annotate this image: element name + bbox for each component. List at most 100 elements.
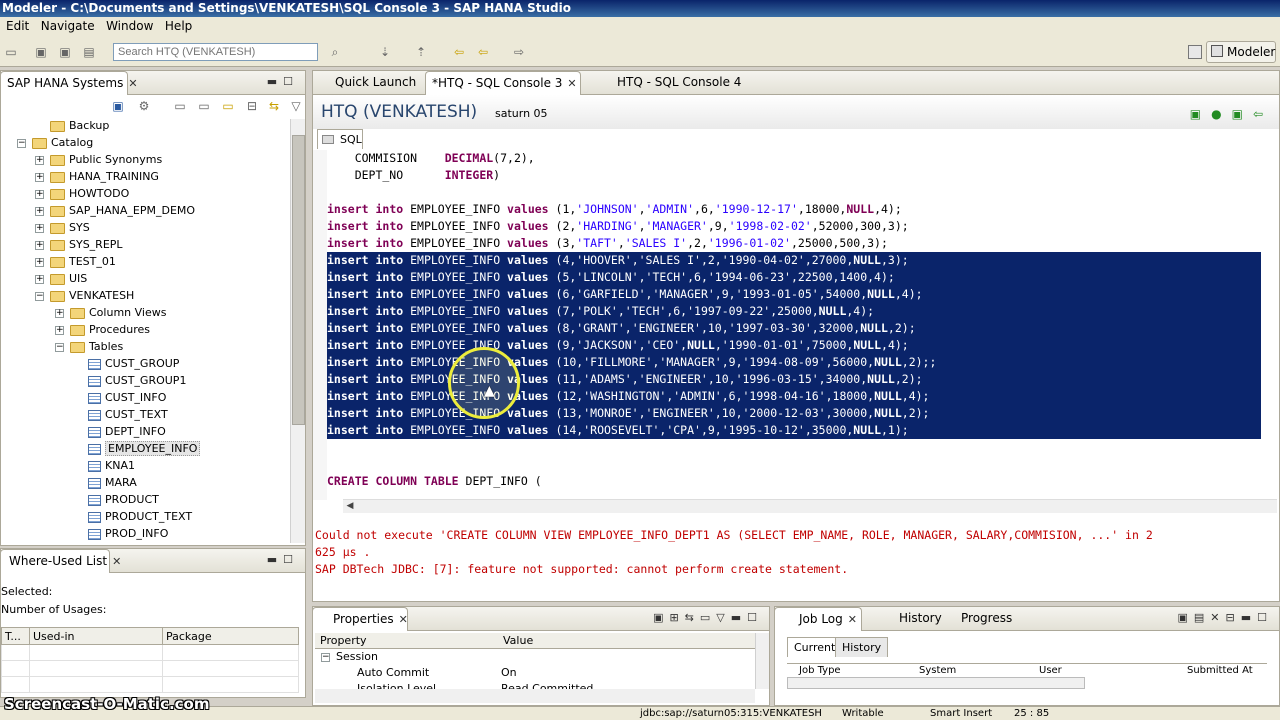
tree-scrollbar[interactable] [290, 119, 305, 543]
tree-item[interactable]: PRODUCT [73, 491, 159, 508]
subtab-history[interactable]: History [835, 637, 889, 657]
menu-window[interactable]: Window [106, 17, 153, 36]
view-minmax-buttons[interactable]: ▬☐ [267, 75, 299, 88]
property-session[interactable]: − Session [321, 649, 378, 665]
view-minmax-buttons[interactable]: ▬☐ [267, 553, 299, 566]
scroll-thumb[interactable] [292, 135, 305, 425]
expand-icon[interactable]: + [35, 240, 44, 250]
tree-item[interactable]: + UIS [35, 270, 87, 287]
menu-help[interactable]: Help [165, 17, 192, 36]
collapse-icon[interactable]: − [321, 652, 330, 662]
column-type[interactable]: T... [1, 627, 30, 645]
column-submitted-at[interactable]: Submitted At [1187, 665, 1253, 676]
tree-item[interactable]: + Procedures [55, 321, 150, 338]
tree-item[interactable]: + HANA_TRAINING [35, 168, 159, 185]
collapse-icon[interactable]: − [17, 138, 26, 148]
menu-navigate[interactable]: Navigate [41, 17, 95, 36]
property-auto-commit-value[interactable]: On [501, 665, 517, 681]
tree-item[interactable]: EMPLOYEE_INFO [73, 440, 201, 457]
tree-item[interactable]: − Catalog [17, 134, 93, 151]
view-minmax-buttons[interactable]: ▣⊞⇆▭▽▬☐ [653, 611, 763, 624]
job-log-toolbar[interactable]: ▣▤✕⊟▬☐ [1178, 611, 1273, 624]
close-icon[interactable]: ✕ [567, 77, 576, 90]
tree-item[interactable]: CUST_GROUP [73, 355, 179, 372]
code-line[interactable]: COMMISION DECIMAL(7,2), [327, 150, 535, 167]
tab-sql-console-4[interactable]: HTQ - SQL Console 4 [599, 71, 741, 95]
tree-item[interactable]: CUST_GROUP1 [73, 372, 186, 389]
tab-sql[interactable]: SQL [317, 129, 363, 149]
expand-icon[interactable]: + [55, 308, 64, 318]
save-icon[interactable]: ▣ [34, 45, 48, 59]
expand-icon[interactable]: + [35, 206, 44, 216]
code-line[interactable]: insert into EMPLOYEE_INFO values (1,'JOH… [327, 201, 902, 218]
tree-item[interactable]: + SYS [35, 219, 90, 236]
code-line[interactable]: insert into EMPLOYEE_INFO values (7,'POL… [327, 303, 1261, 320]
last-edit-icon[interactable]: ⇦ [452, 45, 466, 59]
execute-icon[interactable]: ▣●▣⇦ [1190, 107, 1273, 121]
tab-progress[interactable]: Progress [947, 607, 1015, 631]
tree-item[interactable]: + HOWTODO [35, 185, 129, 202]
code-line[interactable]: insert into EMPLOYEE_INFO values (8,'GRA… [327, 320, 1261, 337]
column-used-in[interactable]: Used-in [29, 627, 163, 645]
tree-item[interactable]: − Tables [55, 338, 123, 355]
tab-sap-hana-systems[interactable]: SAP HANA Systems ✕ [0, 71, 138, 95]
code-line[interactable]: DEPT_NO INTEGER) [327, 167, 500, 184]
view-menu-icon[interactable]: ▽ [289, 99, 303, 113]
tree-item[interactable]: − VENKATESH [35, 287, 134, 304]
collapse-icon[interactable]: ▭ [173, 99, 187, 113]
menu-edit[interactable]: Edit [6, 17, 29, 36]
tab-job-log[interactable]: Job Log ✕ [774, 607, 862, 631]
tree-item[interactable]: Backup [35, 117, 109, 134]
properties-hscrollbar[interactable] [315, 689, 755, 703]
tree-item[interactable]: + TEST_01 [35, 253, 116, 270]
expand-icon[interactable]: + [35, 223, 44, 233]
add-system-icon[interactable]: ▣ [111, 99, 125, 113]
tree-item[interactable]: + Public Synonyms [35, 151, 162, 168]
tab-sql-console-3[interactable]: *HTQ - SQL Console 3 ✕ [425, 71, 581, 95]
scroll-left-icon[interactable]: ◀ [343, 500, 357, 513]
expand-icon[interactable]: + [55, 325, 64, 335]
tab-where-used[interactable]: Where-Used List ✕ [0, 549, 121, 573]
column-system[interactable]: System [919, 665, 956, 676]
code-line[interactable]: insert into EMPLOYEE_INFO values (3,'TAF… [327, 235, 888, 252]
expand-icon[interactable]: + [35, 155, 44, 165]
back-icon[interactable]: ⇦ [476, 45, 490, 59]
expand-icon[interactable]: + [35, 257, 44, 267]
search-input[interactable] [113, 43, 318, 61]
expand-icon[interactable]: + [35, 274, 44, 284]
new-icon[interactable]: ▭ [4, 45, 18, 59]
collapse-icon[interactable]: − [35, 291, 44, 301]
tab-properties[interactable]: Properties ✕ [312, 607, 408, 631]
link-icon[interactable]: ⇆ [267, 99, 281, 113]
close-icon[interactable]: ✕ [128, 77, 137, 90]
tree-item[interactable]: DEPT_INFO [73, 423, 166, 440]
properties-scrollbar[interactable] [755, 633, 769, 689]
tree-item[interactable]: PROD_INFO [73, 525, 168, 541]
filter-icon[interactable]: ▭ [197, 99, 211, 113]
perspective-modeler-button[interactable]: Modeler [1206, 41, 1276, 63]
tree-item[interactable]: KNA1 [73, 457, 135, 474]
folder-icon[interactable]: ▭ [221, 99, 235, 113]
prev-annotation-icon[interactable]: ⇡ [414, 45, 428, 59]
tab-quick-launch[interactable]: Quick Launch [317, 71, 423, 95]
tree-item[interactable]: PRODUCT_TEXT [73, 508, 192, 525]
save-all-icon[interactable]: ▣ [58, 45, 72, 59]
expand-icon[interactable]: + [35, 172, 44, 182]
tree-item[interactable]: + SAP_HANA_EPM_DEMO [35, 202, 195, 219]
forward-icon[interactable]: ⇨ [512, 45, 526, 59]
code-line[interactable]: insert into EMPLOYEE_INFO values (5,'LIN… [327, 269, 1261, 286]
next-annotation-icon[interactable]: ⇣ [378, 45, 392, 59]
code-line[interactable]: insert into EMPLOYEE_INFO values (2,'HAR… [327, 218, 909, 235]
sql-icon[interactable]: ⚙ [137, 99, 151, 113]
search-icon[interactable]: ⌕ [328, 45, 342, 59]
column-package[interactable]: Package [162, 627, 299, 645]
collapse-icon[interactable]: − [55, 342, 64, 352]
job-log-hscrollbar[interactable] [787, 677, 1085, 689]
close-icon[interactable]: ✕ [848, 613, 857, 626]
code-line[interactable]: insert into EMPLOYEE_INFO values (4,'HOO… [327, 252, 1261, 269]
tree-item[interactable]: CUST_TEXT [73, 406, 168, 423]
open-perspective-icon[interactable] [1188, 45, 1202, 59]
tree-item[interactable]: CUST_INFO [73, 389, 166, 406]
minimize-all-icon[interactable]: ⊟ [245, 99, 259, 113]
code-line[interactable]: insert into EMPLOYEE_INFO values (14,'RO… [327, 422, 1261, 439]
